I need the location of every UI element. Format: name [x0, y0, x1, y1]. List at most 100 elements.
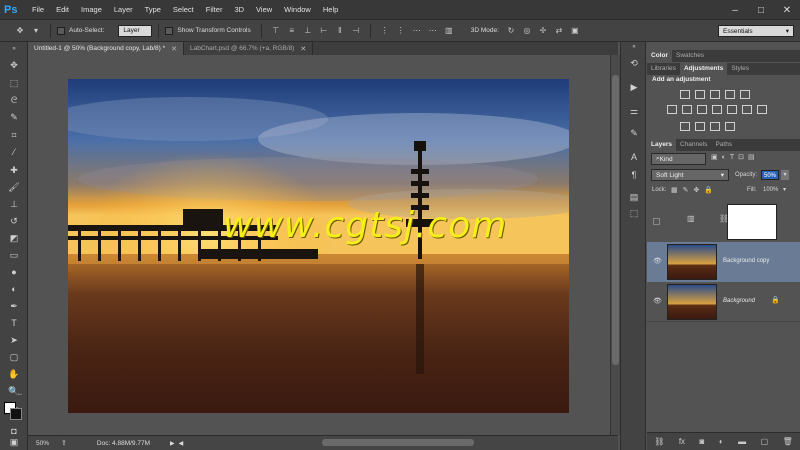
auto-select-dropdown[interactable]: Layer: [118, 24, 153, 37]
distribute-icon[interactable]: ⋯: [427, 25, 439, 37]
new-adjustment-icon[interactable]: ◐: [719, 437, 724, 446]
collapse-icon[interactable]: »: [6, 46, 22, 52]
tab-adjustments[interactable]: Adjustments: [679, 63, 728, 75]
exposure-icon[interactable]: [725, 90, 735, 99]
swap-colors-icon[interactable]: ↔: [16, 390, 24, 398]
3d-panel-icon[interactable]: ⬚: [626, 206, 642, 220]
layer-name[interactable]: Background copy: [723, 258, 769, 264]
filter-type-icons[interactable]: ▣◐T⊡▤: [711, 153, 759, 161]
gradient-tool-icon[interactable]: ▭: [6, 248, 22, 262]
channel-mixer-icon[interactable]: [727, 105, 737, 114]
orbit-3d-icon[interactable]: ↻: [505, 25, 517, 37]
chevron-down-icon[interactable]: ▾: [30, 25, 42, 37]
auto-align-icon[interactable]: ▥: [443, 25, 455, 37]
chevron-down-icon[interactable]: ▾: [783, 186, 786, 193]
slide-3d-icon[interactable]: ⇄: [553, 25, 565, 37]
layer-row-adjustment[interactable]: ▥ ⛓: [647, 200, 800, 244]
move-tool-icon[interactable]: ✥: [6, 58, 22, 72]
layer-comps-icon[interactable]: ▤: [626, 190, 642, 204]
new-group-icon[interactable]: ▬: [738, 437, 746, 446]
align-left-icon[interactable]: ⊢: [318, 25, 330, 37]
history-brush-tool-icon[interactable]: ↺: [6, 214, 22, 228]
align-right-icon[interactable]: ⊣: [350, 25, 362, 37]
path-selection-tool-icon[interactable]: ➤: [6, 333, 22, 347]
color-balance-icon[interactable]: [682, 105, 692, 114]
color-lookup-icon[interactable]: [742, 105, 752, 114]
close-button[interactable]: ✕: [774, 0, 800, 20]
delete-layer-icon[interactable]: 🗑: [783, 437, 793, 446]
horizontal-scrollbar-thumb[interactable]: [322, 439, 474, 446]
align-middle-icon[interactable]: ≡: [286, 25, 298, 37]
align-top-icon[interactable]: ⊤: [270, 25, 282, 37]
menu-filter[interactable]: Filter: [200, 0, 229, 20]
visibility-toggle[interactable]: [653, 218, 660, 225]
menu-file[interactable]: File: [26, 0, 50, 20]
tab-color[interactable]: Color: [647, 50, 672, 62]
levels-icon[interactable]: [695, 90, 705, 99]
brush-presets-icon[interactable]: ✎: [626, 126, 642, 140]
share-icon[interactable]: ⇪: [61, 439, 67, 447]
pan-3d-icon[interactable]: ✢: [537, 25, 549, 37]
brightness-contrast-icon[interactable]: [680, 90, 690, 99]
crop-tool-icon[interactable]: ⌗: [6, 128, 22, 142]
clone-stamp-tool-icon[interactable]: ⊥: [6, 197, 22, 211]
minimize-button[interactable]: –: [722, 0, 748, 20]
properties-panel-icon[interactable]: ⚌: [626, 104, 642, 118]
status-menu-arrow-icon[interactable]: ▶: [170, 440, 175, 447]
gradient-map-icon[interactable]: [725, 122, 735, 131]
tab-styles[interactable]: Styles: [727, 63, 753, 75]
eye-icon[interactable]: 👁: [653, 297, 662, 305]
new-layer-icon[interactable]: ▢: [761, 437, 769, 446]
quick-select-tool-icon[interactable]: ✎: [6, 110, 22, 124]
zoom-level[interactable]: 50%: [36, 440, 49, 447]
rectangle-tool-icon[interactable]: ▢: [6, 350, 22, 364]
chevron-down-icon[interactable]: ▾: [781, 170, 789, 180]
type-tool-icon[interactable]: T: [6, 316, 22, 330]
vibrance-icon[interactable]: [740, 90, 750, 99]
layer-filter-dropdown[interactable]: ⌕ Kind: [651, 153, 706, 165]
distribute-icon[interactable]: ⋮: [395, 25, 407, 37]
document-image[interactable]: [68, 79, 569, 413]
menu-image[interactable]: Image: [75, 0, 108, 20]
auto-select-checkbox[interactable]: [57, 26, 65, 35]
show-transform-checkbox[interactable]: [165, 26, 174, 35]
selective-color-icon[interactable]: [710, 122, 720, 131]
canvas-area[interactable]: www.cgtsj.com: [28, 55, 610, 435]
opacity-input[interactable]: 50%: [761, 170, 779, 180]
eyedropper-tool-icon[interactable]: ⁄: [6, 145, 22, 159]
menu-3d[interactable]: 3D: [228, 0, 250, 20]
pen-tool-icon[interactable]: ✒: [6, 299, 22, 313]
paragraph-panel-icon[interactable]: ¶: [626, 168, 642, 182]
vertical-scrollbar[interactable]: [610, 55, 620, 435]
marquee-tool-icon[interactable]: ⬚: [6, 76, 22, 90]
character-panel-icon[interactable]: A: [626, 150, 642, 164]
hand-tool-icon[interactable]: ✋: [6, 367, 22, 381]
fill-value[interactable]: 100%: [763, 187, 778, 193]
blend-mode-dropdown[interactable]: Soft Light ▾: [651, 169, 729, 181]
layer-name[interactable]: Background: [723, 298, 755, 304]
align-center-icon[interactable]: ‖: [334, 25, 346, 37]
layer-style-icon[interactable]: fx: [679, 437, 685, 446]
layer-row-background-copy[interactable]: 👁 Background copy: [647, 242, 800, 282]
scroll-left-icon[interactable]: ◀: [179, 440, 184, 447]
distribute-icon[interactable]: ⋮: [379, 25, 391, 37]
workspace-dropdown[interactable]: Essentials ▾: [718, 25, 794, 37]
menu-layer[interactable]: Layer: [108, 0, 139, 20]
scrollbar-thumb[interactable]: [612, 75, 619, 365]
black-white-icon[interactable]: [697, 105, 707, 114]
collapse-icon[interactable]: «: [626, 44, 642, 50]
background-color-swatch[interactable]: [10, 408, 22, 420]
menu-select[interactable]: Select: [167, 0, 200, 20]
close-icon[interactable]: ✕: [300, 45, 306, 53]
tab-channels[interactable]: Channels: [676, 139, 711, 151]
layer-row-background[interactable]: 👁 Background 🔒: [647, 282, 800, 322]
align-bottom-icon[interactable]: ⊥: [302, 25, 314, 37]
lock-options-icons[interactable]: ▦✎✥🔒: [671, 186, 718, 194]
layer-mask-thumbnail[interactable]: [727, 204, 777, 240]
brush-tool-icon[interactable]: 🖌: [6, 180, 22, 194]
roll-3d-icon[interactable]: ◎: [521, 25, 533, 37]
link-layers-icon[interactable]: ⛓: [654, 437, 664, 446]
eye-icon[interactable]: 👁: [653, 257, 662, 265]
menu-type[interactable]: Type: [139, 0, 167, 20]
distribute-icon[interactable]: ⋯: [411, 25, 423, 37]
